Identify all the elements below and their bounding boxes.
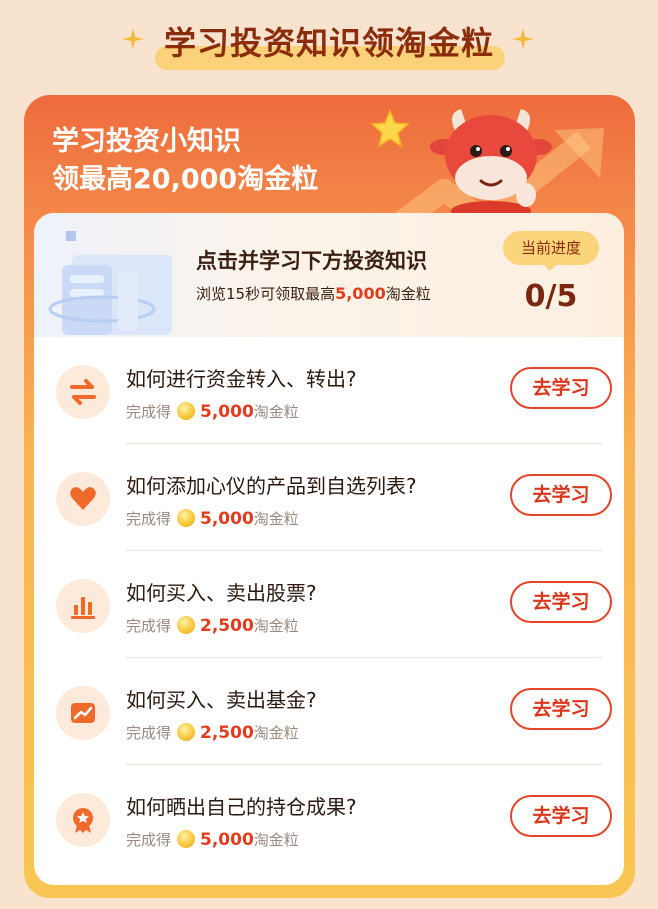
learn-button[interactable]: 去学习 [510, 795, 612, 837]
hero-headline-line2: 领最高20,000淘金粒 [52, 164, 319, 195]
progress-title: 点击并学习下方投资知识 [196, 249, 427, 273]
reward-unit: 淘金粒 [253, 724, 299, 742]
reward-unit: 淘金粒 [253, 510, 299, 528]
reward-prefix: 完成得 [126, 403, 172, 421]
progress-subtitle-amount: 5,000 [335, 284, 386, 303]
reward-unit: 淘金粒 [253, 831, 299, 849]
reward-prefix: 完成得 [126, 724, 172, 742]
progress-value: 0/5 [524, 279, 578, 314]
reward-amount: 5,000 [200, 402, 254, 422]
heart-icon [70, 487, 96, 510]
task-item: 如何晒出自己的持仓成果? 完成得 5,000淘金粒 去学习 [34, 765, 624, 872]
progress-badge: 当前进度 [503, 231, 599, 271]
progress-section: 点击并学习下方投资知识 浏览15秒可领取最高5,000淘金粒 当前进度 0/5 [34, 213, 624, 337]
phone-illustration [48, 231, 172, 335]
task-icon-wrap [56, 793, 110, 847]
task-reward: 完成得 5,000淘金粒 [126, 829, 299, 850]
gold-coin-icon [177, 509, 196, 527]
page-header: 学习投资知识领淘金粒 [0, 0, 658, 92]
task-reward: 完成得 5,000淘金粒 [126, 401, 299, 422]
task-reward: 完成得 2,500淘金粒 [126, 615, 299, 636]
progress-subtitle: 浏览15秒可领取最高5,000淘金粒 [196, 283, 431, 304]
progress-subtitle-suffix: 淘金粒 [385, 285, 431, 303]
reward-prefix: 完成得 [126, 617, 172, 635]
task-icon-wrap [56, 472, 110, 526]
task-icon-wrap [56, 686, 110, 740]
task-question: 如何买入、卖出股票? [126, 581, 317, 605]
task-item: 如何买入、卖出股票? 完成得 2,500淘金粒 去学习 [34, 551, 624, 658]
task-icon-wrap [56, 365, 110, 419]
main-card: 学习投资小知识 领最高20,000淘金粒 点击并学习下方投资知识 浏览15秒可领… [24, 95, 635, 898]
star-icon [370, 109, 410, 148]
gold-coin-icon [177, 723, 196, 741]
learn-button[interactable]: 去学习 [510, 367, 612, 409]
learn-button[interactable]: 去学习 [510, 474, 612, 516]
bull-mascot-icon [430, 109, 552, 218]
reward-unit: 淘金粒 [253, 403, 299, 421]
sparkle-icon [512, 28, 534, 50]
reward-unit: 淘金粒 [253, 617, 299, 635]
task-item: 如何买入、卖出基金? 完成得 2,500淘金粒 去学习 [34, 658, 624, 765]
learn-button[interactable]: 去学习 [510, 688, 612, 730]
bar-chart-icon [71, 597, 95, 619]
task-item: 如何添加心仪的产品到自选列表? 完成得 5,000淘金粒 去学习 [34, 444, 624, 551]
learn-button[interactable]: 去学习 [510, 581, 612, 623]
task-item: 如何进行资金转入、转出? 完成得 5,000淘金粒 去学习 [34, 337, 624, 444]
gold-coin-icon [177, 616, 196, 634]
task-question: 如何添加心仪的产品到自选列表? [126, 474, 417, 498]
gold-coin-icon [177, 402, 196, 420]
task-reward: 完成得 2,500淘金粒 [126, 722, 299, 743]
reward-prefix: 完成得 [126, 831, 172, 849]
task-question: 如何晒出自己的持仓成果? [126, 795, 357, 819]
reward-prefix: 完成得 [126, 510, 172, 528]
transfer-arrows-icon [70, 379, 96, 405]
award-badge-icon [73, 808, 93, 833]
task-reward: 完成得 5,000淘金粒 [126, 508, 299, 529]
task-icon-wrap [56, 579, 110, 633]
reward-amount: 2,500 [200, 616, 254, 636]
reward-amount: 5,000 [200, 509, 254, 529]
reward-amount: 2,500 [200, 723, 254, 743]
trend-chart-icon [71, 703, 95, 723]
task-question: 如何买入、卖出基金? [126, 688, 317, 712]
task-question: 如何进行资金转入、转出? [126, 367, 357, 391]
progress-subtitle-prefix: 浏览15秒可领取最高 [196, 285, 336, 303]
reward-amount: 5,000 [200, 830, 254, 850]
hero-headline-line1: 学习投资小知识 [52, 126, 241, 157]
content-panel: 点击并学习下方投资知识 浏览15秒可领取最高5,000淘金粒 当前进度 0/5 … [34, 213, 624, 885]
gold-coin-icon [177, 830, 196, 848]
page-title: 学习投资知识领淘金粒 [163, 24, 494, 62]
